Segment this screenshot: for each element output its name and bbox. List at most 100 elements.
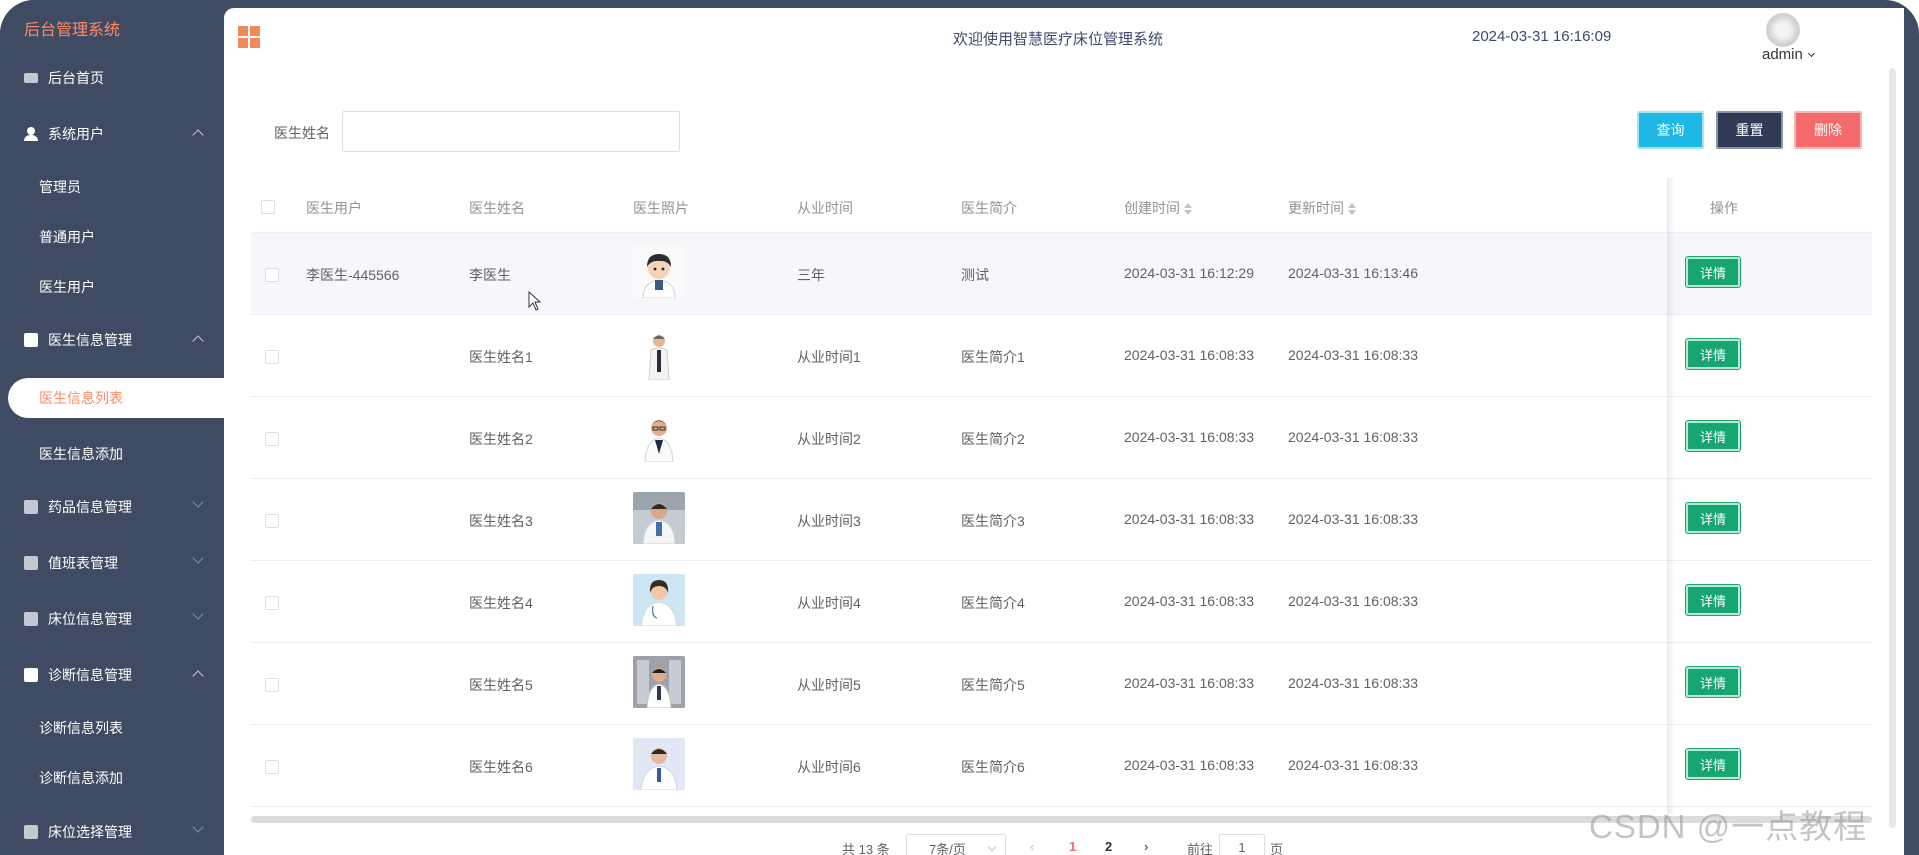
prev-page-button[interactable]: ‹ bbox=[1030, 839, 1034, 854]
sort-icon[interactable] bbox=[1348, 203, 1356, 216]
fixed-column-shadow bbox=[1667, 178, 1675, 814]
table-row[interactable]: 医生姓名4 从业时间4 医生简介4 2024-03-31 16:08:33 20… bbox=[251, 561, 1872, 643]
column-header-updated[interactable]: 更新时间 bbox=[1288, 198, 1356, 218]
sidebar-item-home[interactable]: 后台首页 bbox=[0, 58, 224, 98]
column-header-label: 更新时间 bbox=[1288, 200, 1344, 216]
next-page-button[interactable]: › bbox=[1144, 839, 1148, 854]
table-row[interactable]: 医生姓名5 从业时间5 医生简介5 2024-03-31 16:08:33 20… bbox=[251, 643, 1872, 725]
cell-created: 2024-03-31 16:08:33 bbox=[1124, 347, 1254, 363]
detail-button[interactable]: 详情 bbox=[1685, 748, 1741, 780]
sidebar-item-system-users[interactable]: 系统用户 bbox=[0, 114, 224, 154]
sidebar-item-drug-info[interactable]: 药品信息管理 bbox=[0, 487, 224, 527]
select-all-checkbox[interactable] bbox=[261, 200, 275, 214]
doctor-photo[interactable] bbox=[633, 656, 685, 708]
cell-years: 三年 bbox=[797, 267, 825, 283]
row-checkbox[interactable] bbox=[265, 350, 279, 364]
table-row[interactable]: 李医生-445566 李医生 三年 测试 2024-03-31 16:12:29… bbox=[251, 233, 1872, 315]
sidebar-item-bed-info[interactable]: 床位信息管理 bbox=[0, 599, 224, 639]
sidebar-item-label: 后台首页 bbox=[48, 70, 104, 86]
sidebar-item-admin[interactable]: 管理员 bbox=[0, 167, 224, 207]
row-checkbox[interactable] bbox=[265, 514, 279, 528]
sidebar-item-doctor-users[interactable]: 医生用户 bbox=[0, 267, 224, 307]
query-button[interactable]: 查询 bbox=[1637, 111, 1704, 149]
sidebar-item-doctor-add[interactable]: 医生信息添加 bbox=[0, 434, 224, 474]
row-checkbox[interactable] bbox=[265, 596, 279, 610]
cell-created: 2024-03-31 16:08:33 bbox=[1124, 675, 1254, 691]
app-frame: 后台管理系统 后台首页 系统用户 管理员 普通用户 医生用户 医生信息管理 医生… bbox=[0, 0, 1919, 855]
doctor-photo[interactable] bbox=[633, 738, 685, 790]
row-checkbox[interactable] bbox=[265, 268, 279, 282]
sidebar-item-diagnosis-list[interactable]: 诊断信息列表 bbox=[0, 708, 224, 748]
doctor-photo[interactable] bbox=[633, 328, 685, 380]
cell-created: 2024-03-31 16:08:33 bbox=[1124, 593, 1254, 609]
cell-created: 2024-03-31 16:08:33 bbox=[1124, 511, 1254, 527]
chart-icon bbox=[24, 612, 38, 626]
sort-icon[interactable] bbox=[1184, 203, 1192, 216]
main-panel: 欢迎使用智慧医疗床位管理系统 2024-03-31 16:16:09 admin… bbox=[224, 8, 1904, 855]
sidebar-item-normal-users[interactable]: 普通用户 bbox=[0, 217, 224, 257]
sidebar-item-label: 床位选择管理 bbox=[48, 824, 132, 840]
sidebar-item-bed-selection[interactable]: 床位选择管理 bbox=[0, 812, 224, 852]
pagination-total: 共 13 条 bbox=[842, 842, 890, 855]
cell-updated: 2024-03-31 16:08:33 bbox=[1288, 757, 1418, 773]
doctor-photo[interactable] bbox=[633, 574, 685, 626]
sidebar-item-diagnosis-add[interactable]: 诊断信息添加 bbox=[0, 758, 224, 798]
reset-button[interactable]: 重置 bbox=[1716, 111, 1783, 149]
cell-created: 2024-03-31 16:08:33 bbox=[1124, 429, 1254, 445]
doctor-photo[interactable] bbox=[633, 410, 685, 462]
sidebar-item-duty-table[interactable]: 值班表管理 bbox=[0, 543, 224, 583]
username-dropdown[interactable]: admin bbox=[1762, 46, 1803, 63]
column-header-doctor-name: 医生姓名 bbox=[469, 200, 525, 216]
chevron-down-icon bbox=[192, 552, 204, 564]
detail-button[interactable]: 详情 bbox=[1685, 502, 1741, 534]
chevron-down-icon bbox=[192, 496, 204, 508]
cell-doctor-name: 医生姓名2 bbox=[469, 431, 533, 447]
cell-intro: 医生简介5 bbox=[961, 677, 1025, 693]
column-header-created[interactable]: 创建时间 bbox=[1124, 198, 1192, 218]
row-checkbox[interactable] bbox=[265, 760, 279, 774]
menu-toggle-icon[interactable] bbox=[238, 26, 260, 48]
doctor-photo[interactable] bbox=[633, 492, 685, 544]
sidebar-item-doctor-info[interactable]: 医生信息管理 bbox=[0, 320, 224, 360]
table-row[interactable]: 医生姓名3 从业时间3 医生简介3 2024-03-31 16:08:33 20… bbox=[251, 479, 1872, 561]
table-row[interactable]: 医生姓名6 从业时间6 医生简介6 2024-03-31 16:08:33 20… bbox=[251, 725, 1872, 807]
table-row[interactable]: 医生姓名1 从业时间1 医生简介1 2024-03-31 16:08:33 20… bbox=[251, 315, 1872, 397]
cell-intro: 医生简介2 bbox=[961, 431, 1025, 447]
row-checkbox[interactable] bbox=[265, 678, 279, 692]
delete-button[interactable]: 删除 bbox=[1794, 111, 1862, 149]
goto-page-input[interactable]: 1 bbox=[1219, 834, 1265, 855]
sidebar-item-label: 值班表管理 bbox=[48, 555, 118, 571]
cell-doctor-name: 医生姓名3 bbox=[469, 513, 533, 529]
detail-button[interactable]: 详情 bbox=[1685, 666, 1741, 698]
detail-button[interactable]: 详情 bbox=[1685, 256, 1741, 288]
cell-updated: 2024-03-31 16:13:46 bbox=[1288, 265, 1418, 281]
detail-button[interactable]: 详情 bbox=[1685, 584, 1741, 616]
table-row[interactable]: 医生姓名2 从业时间2 医生简介2 2024-03-31 16:08:33 20… bbox=[251, 397, 1872, 479]
column-header-doctor-photo: 医生照片 bbox=[633, 200, 689, 216]
chart-icon bbox=[24, 556, 38, 570]
user-icon bbox=[24, 127, 38, 141]
monitor-icon bbox=[24, 73, 38, 83]
row-checkbox[interactable] bbox=[265, 432, 279, 446]
page-2-button[interactable]: 2 bbox=[1105, 839, 1112, 854]
cell-years: 从业时间4 bbox=[797, 595, 861, 611]
column-header-label: 创建时间 bbox=[1124, 200, 1180, 216]
sidebar-item-doctor-list[interactable]: 医生信息列表 bbox=[8, 378, 224, 418]
page-size-select[interactable]: 7条/页 bbox=[906, 834, 1006, 855]
goto-label: 前往 bbox=[1187, 842, 1214, 855]
column-header-intro: 医生简介 bbox=[961, 200, 1017, 216]
cell-updated: 2024-03-31 16:08:33 bbox=[1288, 511, 1418, 527]
doctor-photo[interactable] bbox=[633, 246, 685, 298]
sidebar-item-diagnosis-info[interactable]: 诊断信息管理 bbox=[0, 655, 224, 695]
doctor-name-search-input[interactable] bbox=[342, 111, 680, 152]
page-1-button[interactable]: 1 bbox=[1069, 839, 1076, 854]
sidebar: 后台管理系统 后台首页 系统用户 管理员 普通用户 医生用户 医生信息管理 医生… bbox=[0, 0, 224, 855]
vertical-scrollbar[interactable] bbox=[1889, 68, 1896, 828]
cell-doctor-name: 医生姓名1 bbox=[469, 349, 533, 365]
cell-intro: 测试 bbox=[961, 267, 989, 283]
detail-button[interactable]: 详情 bbox=[1685, 338, 1741, 370]
user-avatar[interactable] bbox=[1766, 13, 1800, 47]
cell-doctor-name: 李医生 bbox=[469, 267, 511, 283]
detail-button[interactable]: 详情 bbox=[1685, 420, 1741, 452]
page-size-value: 7条/页 bbox=[929, 841, 966, 855]
